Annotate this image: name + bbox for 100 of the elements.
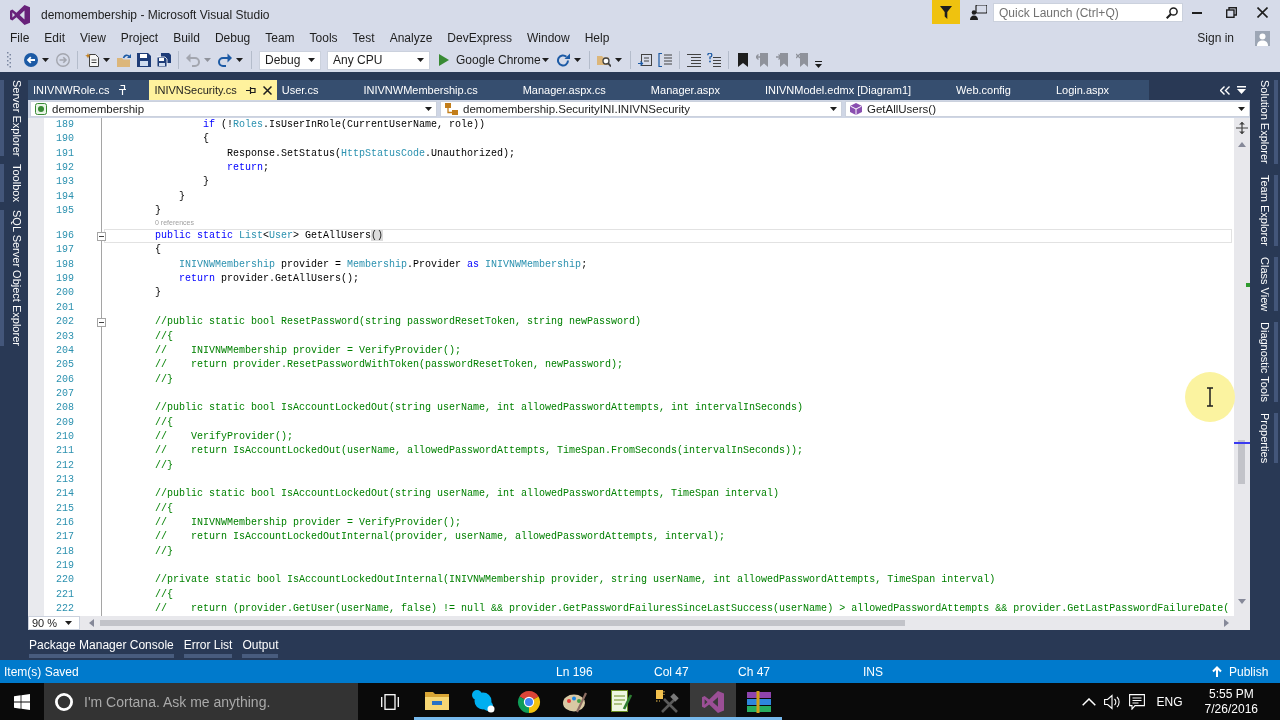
double-chevron-icon[interactable] [1220,85,1230,95]
caret-icon[interactable] [236,58,243,62]
dock-tab[interactable]: Class View [1252,256,1278,311]
menu-item[interactable]: Help [577,29,617,47]
menu-item[interactable]: Build [165,29,208,47]
document-tab[interactable]: INIVNSecurity.cs [149,80,277,100]
bookmark-icon[interactable] [735,53,750,67]
menu-item[interactable]: Test [345,29,383,47]
collapse-icon[interactable] [97,232,106,242]
dock-tab[interactable]: Solution Explorer [1252,80,1278,164]
scroll-left-icon[interactable] [89,619,94,627]
line-number: 217 [55,530,74,545]
cloud-icon [471,689,495,714]
vertical-scrollbar[interactable] [1234,118,1250,616]
document-tab[interactable]: Login.aspx [1050,80,1150,100]
document-tab[interactable]: INIVNModel.edmx [Diagram1] [759,80,952,100]
person-speech-icon[interactable] [970,5,987,20]
menu-item[interactable]: Debug [207,29,258,47]
dock-tab[interactable]: Diagnostic Tools [1252,321,1278,402]
task-view-icon[interactable] [381,693,399,710]
menu-item[interactable]: Project [113,29,166,47]
question-lines-icon[interactable] [706,53,721,67]
caret-icon[interactable] [65,621,72,625]
lines-icon[interactable] [686,53,701,67]
publish-button[interactable]: Publish [1212,664,1269,679]
split-icon[interactable] [1236,122,1248,134]
line-number: 193 [55,175,74,190]
clock-time[interactable]: 5:55 PM [1208,686,1254,702]
zoom-dropdown[interactable]: 90 % [28,616,80,630]
caret-icon[interactable] [103,58,110,62]
document-tab[interactable]: Manager.aspx [645,80,760,100]
document-tab[interactable]: INIVNWMembership.cs [358,80,518,100]
caret-icon[interactable] [541,58,549,62]
member-dropdown[interactable]: GetAllUsers() [845,101,1250,117]
caret-icon[interactable] [417,58,424,62]
type-dropdown[interactable]: demomembership.SecurityINI.INIVNSecurity [440,101,842,117]
menu-item[interactable]: Window [519,29,578,47]
caret-icon[interactable] [308,58,315,62]
save-icon[interactable] [137,53,151,67]
bracket-lines-icon[interactable] [657,53,672,67]
scroll-up-icon[interactable] [1238,142,1246,147]
search-field[interactable]: I'm Cortana. Ask me anything. [44,683,358,720]
menu-item[interactable]: View [72,29,114,47]
scrollbar-thumb[interactable] [1238,440,1245,484]
line-number: 195 [55,204,74,219]
filter-button[interactable] [932,0,960,24]
sign-in-link[interactable]: Sign in [1197,31,1234,45]
menu-item[interactable]: DevExpress [439,29,520,47]
project-dropdown[interactable]: demomembership [30,101,437,117]
chevron-up-icon[interactable] [1081,697,1096,706]
folder-search-icon[interactable] [596,53,611,67]
redo-icon[interactable] [218,53,232,67]
collapse-icon[interactable] [97,318,106,328]
line-number: 202 [55,315,74,330]
caret-icon[interactable] [573,58,581,62]
quick-launch-field[interactable]: Quick Launch (Ctrl+Q) [993,3,1183,22]
pin-icon[interactable] [245,85,256,95]
caret-icon[interactable] [830,107,837,111]
toolbar-dropdown[interactable]: Any CPU [327,50,430,70]
document-tab[interactable]: User.cs [276,80,359,100]
clock-date[interactable]: 7/26/2016 [1204,701,1258,717]
code-line: Response.SetStatus(HttpStatusCode.Unauthorized); [227,146,516,161]
project-icon [35,103,47,115]
menu-item[interactable]: Team [257,29,303,47]
dock-tab[interactable]: Toolbox [0,164,24,203]
dock-tab[interactable]: Team Explorer [1252,174,1278,246]
menu-item[interactable]: Analyze [382,29,440,47]
start-icon[interactable] [14,693,30,710]
language-indicator[interactable]: ENG [1156,694,1183,709]
document-tab[interactable]: INIVNWRole.cs [28,80,150,100]
caret-icon[interactable] [1238,107,1245,111]
document-tab[interactable]: Manager.aspx.cs [517,80,646,100]
caret-icon[interactable] [42,58,49,62]
save-all-icon[interactable] [157,53,171,67]
scroll-right-icon[interactable] [1224,619,1229,627]
toolbar-dropdown[interactable]: Debug [259,50,321,70]
caret-icon[interactable] [614,58,622,62]
menu-item[interactable]: Edit [36,29,73,47]
dock-tab[interactable]: SQL Server Object Explorer [0,210,24,347]
back-icon[interactable] [24,53,38,67]
caret-icon[interactable] [425,107,432,111]
menu-item[interactable]: File [2,29,37,47]
speaker-icon[interactable] [1103,693,1121,710]
document-tab[interactable]: Web.config [951,80,1051,100]
menu-item[interactable]: Tools [302,29,346,47]
new-project-icon[interactable] [85,53,99,67]
dock-tab[interactable]: Properties [1252,412,1278,463]
toolbar-grip[interactable] [7,52,11,68]
scrollbar-thumb[interactable] [100,620,905,626]
overflow-icon[interactable] [814,60,822,68]
notification-icon[interactable] [1128,693,1145,710]
close-icon[interactable] [1257,7,1268,18]
dropdown-icon[interactable] [1237,86,1246,94]
run-button[interactable]: Google Chrome [439,53,541,67]
close-icon[interactable] [262,85,272,95]
restore-icon[interactable] [1226,7,1237,18]
open-folder-icon[interactable] [117,53,131,67]
dock-tab[interactable]: Server Explorer [0,80,24,157]
refresh-icon[interactable] [555,53,570,67]
scroll-down-icon[interactable] [1238,599,1246,604]
